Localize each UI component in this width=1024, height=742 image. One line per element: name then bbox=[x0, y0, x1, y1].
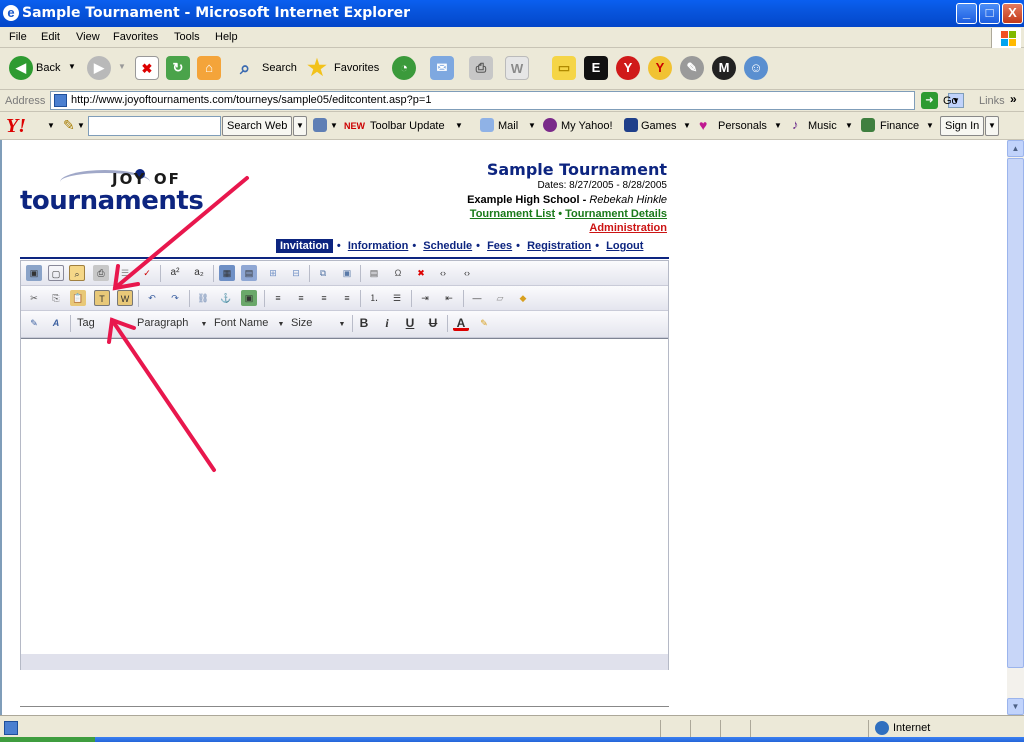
refresh-icon[interactable]: ↻ bbox=[166, 56, 190, 80]
address-input[interactable]: http://www.joyoftournaments.com/tourneys… bbox=[50, 91, 964, 110]
yahoo-logo[interactable]: Y! bbox=[6, 115, 26, 138]
page-icon bbox=[54, 94, 67, 107]
my-yahoo-icon[interactable] bbox=[543, 118, 557, 132]
yahoo-logo-dropdown-icon[interactable]: ▼ bbox=[47, 121, 55, 130]
mail-icon[interactable]: ✉ bbox=[430, 56, 454, 80]
minimize-button[interactable]: _ bbox=[956, 3, 977, 24]
links-chevron-icon[interactable]: » bbox=[1010, 92, 1017, 106]
discuss-icon[interactable]: ✎ bbox=[680, 56, 704, 80]
toolbar-update-link[interactable]: Toolbar Update bbox=[370, 120, 445, 132]
scroll-thumb[interactable] bbox=[1007, 158, 1024, 668]
my-yahoo-link[interactable]: My Yahoo! bbox=[561, 120, 613, 132]
title-bar: e Sample Tournament - Microsoft Internet… bbox=[0, 0, 1024, 27]
favorites-button[interactable]: Favorites bbox=[334, 62, 379, 74]
games-icon[interactable] bbox=[624, 118, 638, 132]
search-web-dropdown-icon[interactable]: ▼ bbox=[293, 116, 307, 136]
personals-link[interactable]: Personals bbox=[718, 120, 767, 132]
links-button[interactable]: Links bbox=[979, 95, 1005, 107]
menu-view[interactable]: View bbox=[76, 31, 100, 43]
window-title: Sample Tournament - Microsoft Internet E… bbox=[22, 5, 410, 21]
menu-favorites[interactable]: Favorites bbox=[113, 31, 158, 43]
back-button[interactable]: Back bbox=[36, 62, 60, 74]
menu-file[interactable]: File bbox=[9, 31, 27, 43]
search-icon[interactable]: ⌕ bbox=[233, 56, 257, 80]
stop-icon[interactable]: ✖ bbox=[135, 56, 159, 80]
finance-icon[interactable] bbox=[861, 118, 875, 132]
go-arrow-icon[interactable]: ➜ bbox=[921, 92, 938, 109]
address-bar: Address http://www.joyoftournaments.com/… bbox=[0, 90, 1024, 112]
taskbar bbox=[0, 737, 1024, 742]
yahoo-toolbar: Y! ▼ ✎ ▼ Search Web ▼ ▼ NEW Toolbar Upda… bbox=[0, 112, 1024, 140]
media-icon[interactable]: M bbox=[712, 56, 736, 80]
search-button[interactable]: Search bbox=[262, 62, 297, 74]
toolbar-menu-icon[interactable] bbox=[313, 118, 327, 132]
annotation-arrow-top bbox=[113, 176, 249, 290]
music-icon[interactable]: ♪ bbox=[792, 118, 806, 132]
go-button[interactable]: Go bbox=[943, 95, 958, 107]
standard-toolbar: ◀ Back ▼ ▶ ▼ ✖ ↻ ⌂ ⌕ Search ★ Favorites … bbox=[0, 48, 1024, 90]
personals-heart-icon[interactable]: ♥ bbox=[699, 118, 713, 132]
messenger-e-icon[interactable]: E bbox=[584, 56, 608, 80]
pen-dropdown-icon[interactable]: ▼ bbox=[77, 121, 85, 130]
page-viewport[interactable]: JOY OF tournaments Sample Tournament Dat… bbox=[0, 140, 1007, 715]
security-zone: Internet bbox=[893, 722, 931, 734]
yahoo-smiley-icon[interactable]: Y bbox=[648, 56, 672, 80]
toolbar-update-dropdown-icon[interactable]: ▼ bbox=[455, 121, 463, 130]
address-url[interactable]: http://www.joyoftournaments.com/tourneys… bbox=[71, 94, 431, 106]
annotation-arrows bbox=[107, 176, 249, 472]
games-dropdown-icon[interactable]: ▼ bbox=[683, 121, 691, 130]
back-arrow-icon[interactable]: ◀ bbox=[9, 56, 33, 80]
internet-zone-icon bbox=[875, 721, 889, 735]
msn-messenger-icon[interactable]: ☺ bbox=[744, 56, 768, 80]
edit-word-icon[interactable]: W bbox=[505, 56, 529, 80]
back-dropdown-icon[interactable]: ▼ bbox=[68, 62, 76, 71]
menu-edit[interactable]: Edit bbox=[41, 31, 60, 43]
ie-icon[interactable]: e bbox=[3, 5, 19, 21]
mail-dropdown-icon[interactable]: ▼ bbox=[528, 121, 536, 130]
history-icon[interactable]: ◔ bbox=[392, 56, 416, 80]
home-icon[interactable]: ⌂ bbox=[197, 56, 221, 80]
windows-logo-icon bbox=[991, 28, 1021, 48]
music-dropdown-icon[interactable]: ▼ bbox=[845, 121, 853, 130]
scroll-down-icon[interactable]: ▼ bbox=[1007, 698, 1024, 715]
yahoo-mail-link[interactable]: Mail bbox=[498, 120, 518, 132]
restore-button[interactable]: □ bbox=[979, 3, 1000, 24]
forward-dropdown-icon[interactable]: ▼ bbox=[118, 62, 126, 71]
yahoo-y-icon[interactable]: Y bbox=[616, 56, 640, 80]
mail-icon[interactable] bbox=[480, 118, 494, 132]
address-label: Address bbox=[5, 95, 46, 107]
finance-dropdown-icon[interactable]: ▼ bbox=[926, 121, 934, 130]
favorites-star-icon[interactable]: ★ bbox=[305, 56, 329, 80]
games-link[interactable]: Games bbox=[641, 120, 676, 132]
page-status-icon bbox=[4, 721, 18, 735]
notes-icon[interactable]: ▭ bbox=[552, 56, 576, 80]
scroll-up-icon[interactable]: ▲ bbox=[1007, 140, 1024, 157]
toolbar-menu-dropdown-icon[interactable]: ▼ bbox=[330, 121, 338, 130]
menu-help[interactable]: Help bbox=[215, 31, 238, 43]
menu-bar: File Edit View Favorites Tools Help bbox=[0, 27, 1024, 48]
close-button[interactable]: X bbox=[1002, 3, 1023, 24]
vertical-scrollbar[interactable]: ▲ ▼ bbox=[1007, 140, 1024, 715]
search-web-button[interactable]: Search Web bbox=[222, 116, 293, 136]
yahoo-search-input[interactable] bbox=[88, 116, 221, 136]
print-icon[interactable]: ⎙ bbox=[469, 56, 493, 80]
annotation-arrow-bottom bbox=[110, 318, 216, 472]
menu-tools[interactable]: Tools bbox=[174, 31, 200, 43]
music-link[interactable]: Music bbox=[808, 120, 837, 132]
new-badge: NEW bbox=[344, 121, 365, 131]
personals-dropdown-icon[interactable]: ▼ bbox=[774, 121, 782, 130]
sign-in-button[interactable]: Sign In bbox=[940, 116, 985, 136]
highlight-pen-icon[interactable]: ✎ bbox=[63, 117, 75, 134]
start-button[interactable] bbox=[0, 737, 95, 742]
finance-link[interactable]: Finance bbox=[880, 120, 919, 132]
sign-in-dropdown-icon[interactable]: ▼ bbox=[985, 116, 999, 136]
forward-arrow-icon[interactable]: ▶ bbox=[87, 56, 111, 80]
